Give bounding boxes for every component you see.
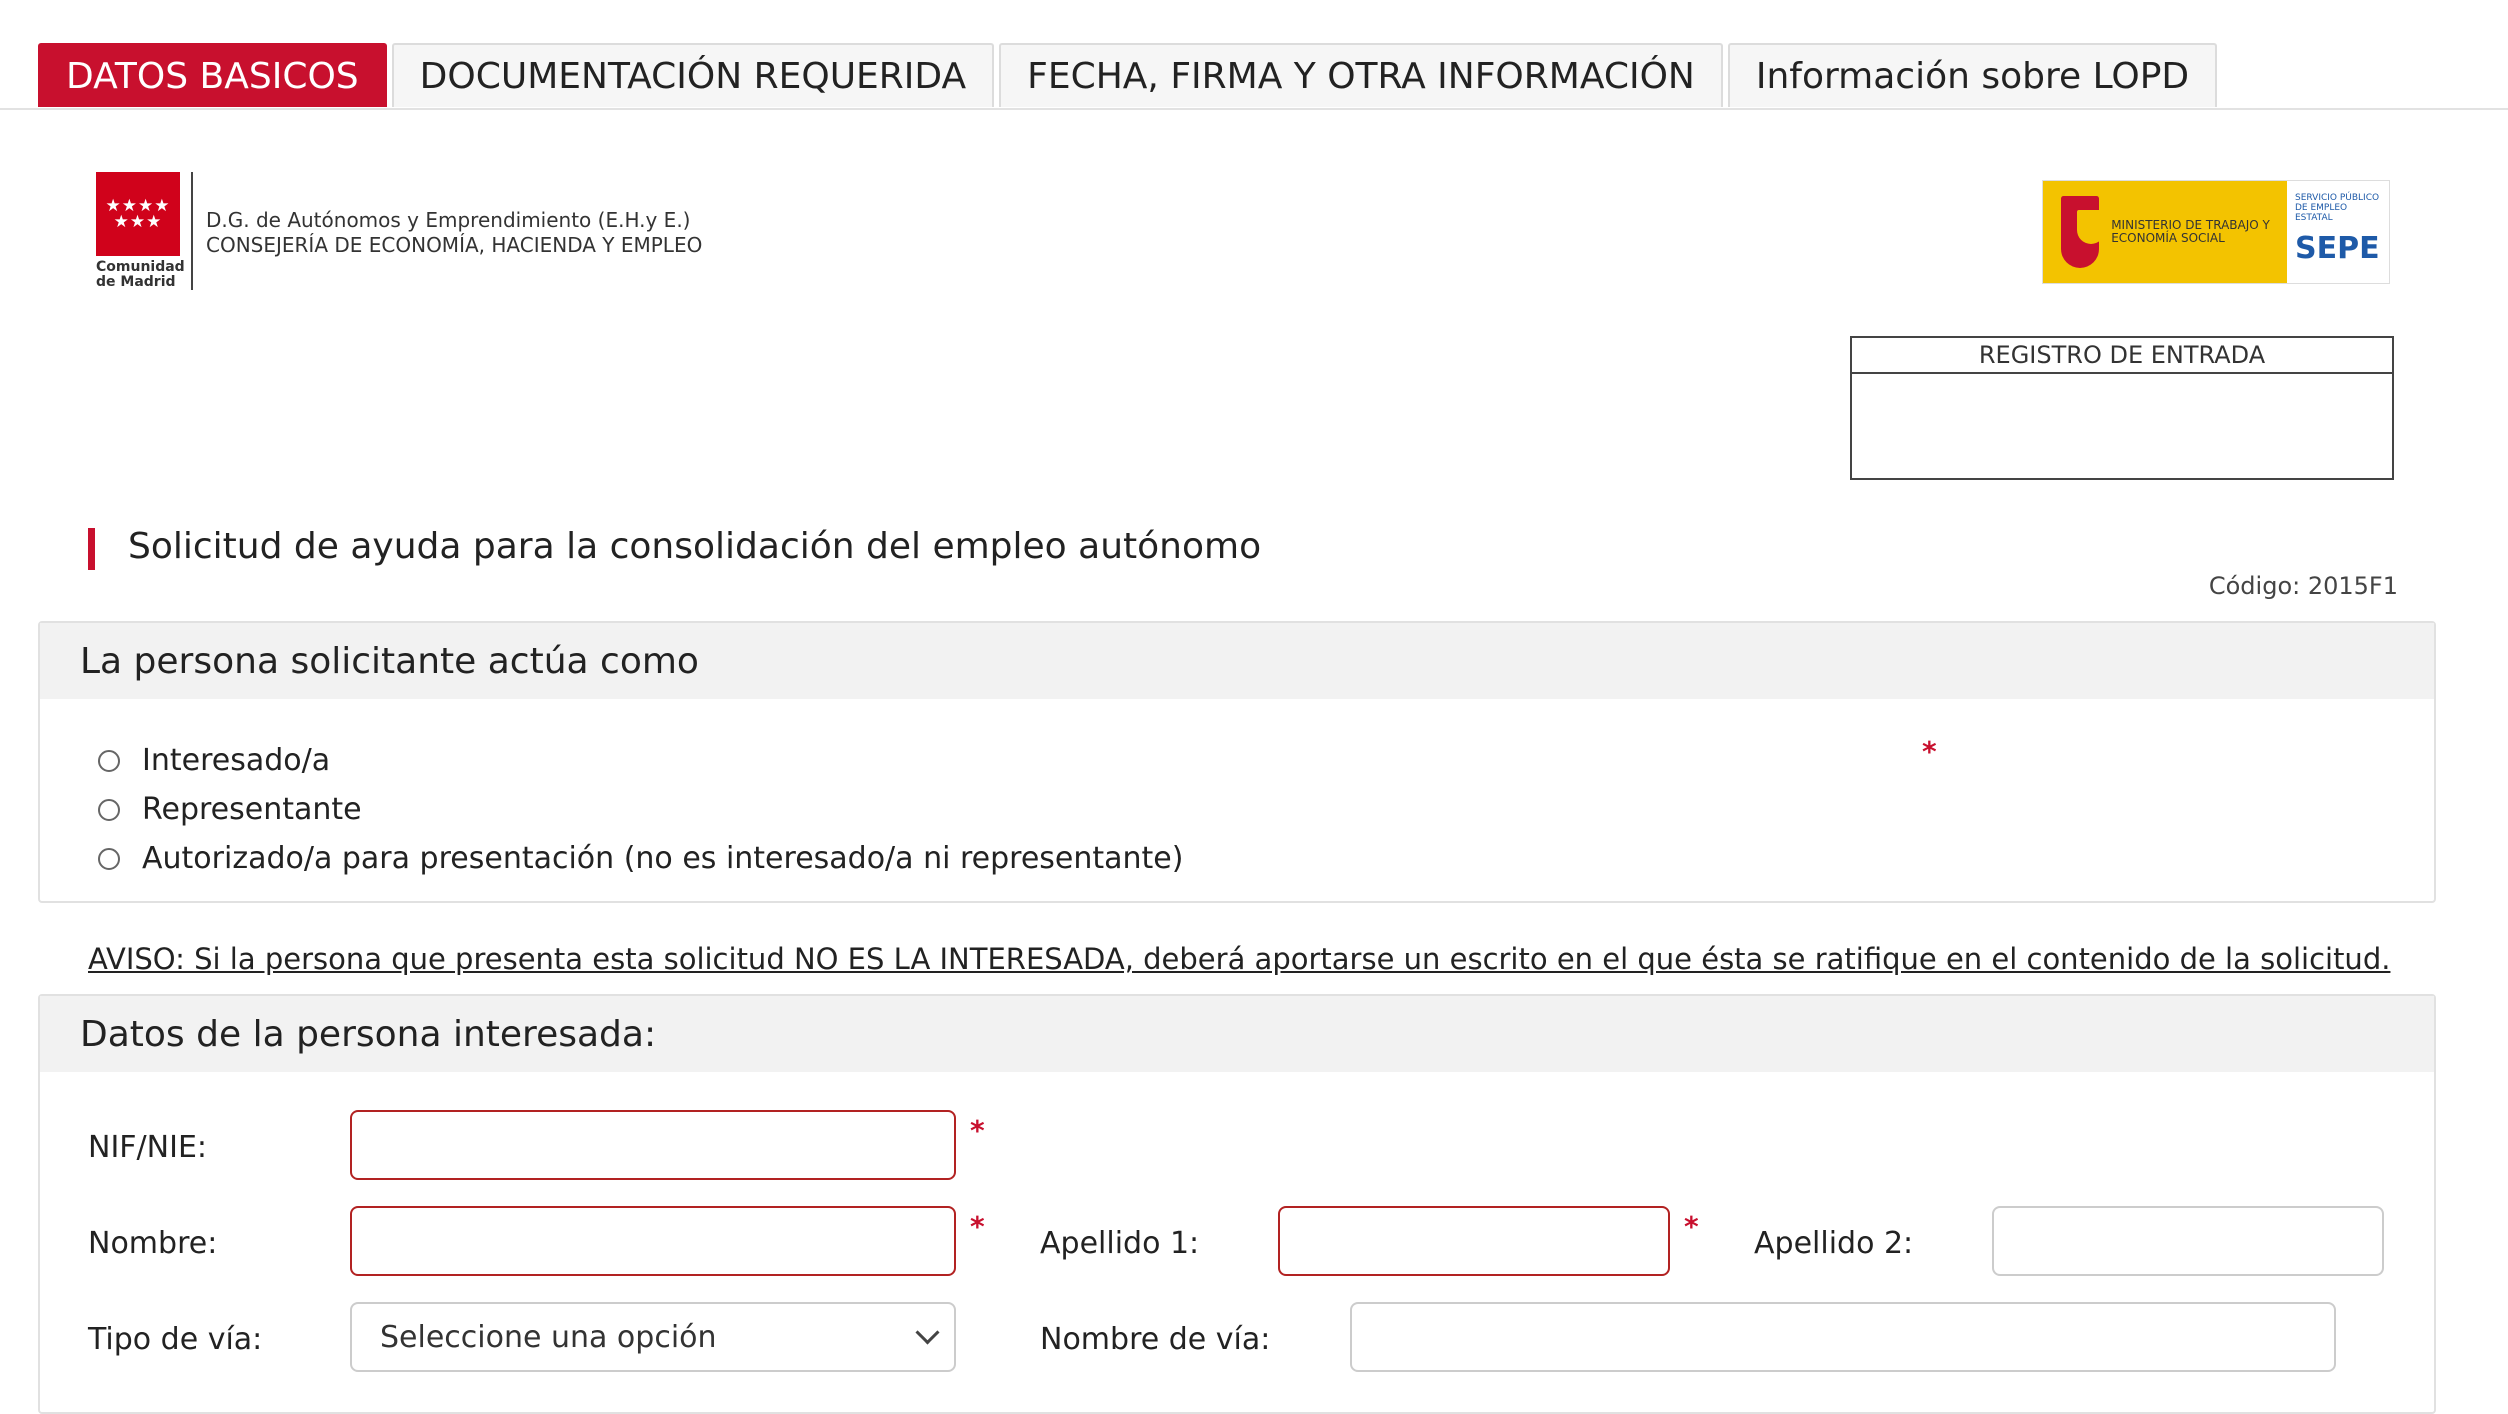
chevron-down-icon <box>915 1320 940 1345</box>
required-marker: * <box>1684 1210 1699 1243</box>
ministry-text: MINISTERIO DE TRABAJO Y ECONOMÍA SOCIAL <box>2111 218 2270 245</box>
radio-button[interactable] <box>98 798 120 821</box>
applicant-role-panel: La persona solicitante actúa como Intere… <box>38 621 2436 903</box>
nombre-via-label: Nombre de vía: <box>1040 1322 1271 1357</box>
interested-person-heading: Datos de la persona interesada: <box>40 996 2434 1072</box>
sepe-logo: MINISTERIO DE TRABAJO Y ECONOMÍA SOCIAL … <box>2042 180 2390 284</box>
apellido1-input[interactable] <box>1278 1206 1670 1276</box>
organization-line-2: CONSEJERÍA DE ECONOMÍA, HACIENDA Y EMPLE… <box>206 233 703 257</box>
nombre-label: Nombre: <box>88 1226 218 1261</box>
nombre-via-input[interactable] <box>1350 1302 2336 1372</box>
form-code: Código: 2015F1 <box>2208 572 2398 600</box>
title-accent-bar <box>88 528 95 570</box>
tipo-via-selected: Seleccione una opción <box>380 1319 717 1355</box>
nombre-input[interactable] <box>350 1206 956 1276</box>
form-title: Solicitud de ayuda para la consolidación… <box>128 526 1262 567</box>
registro-entrada-label: REGISTRO DE ENTRADA <box>1852 338 2392 374</box>
aviso-notice: AVISO: Si la persona que presenta esta s… <box>88 942 2391 976</box>
radio-option-representante[interactable]: Representante <box>98 792 362 827</box>
interested-person-panel: Datos de la persona interesada: NIF/NIE:… <box>38 994 2436 1414</box>
radio-button[interactable] <box>98 749 120 772</box>
radio-button[interactable] <box>98 847 120 870</box>
tab-bar: DATOS BASICOS DOCUMENTACIÓN REQUERIDA FE… <box>38 43 2218 109</box>
nif-label: NIF/NIE: <box>88 1130 208 1165</box>
organization-line-1: D.G. de Autónomos y Emprendimiento (E.H.… <box>206 208 691 232</box>
required-marker: * <box>970 1114 985 1147</box>
required-marker: * <box>1922 735 1937 768</box>
tab-underline <box>0 108 2508 110</box>
stars-icon: ★★★★ ★★★ <box>105 196 171 232</box>
tab-datos-basicos[interactable]: DATOS BASICOS <box>38 43 387 107</box>
apellido1-label: Apellido 1: <box>1040 1226 1200 1261</box>
registro-entrada-box: REGISTRO DE ENTRADA <box>1850 336 2394 480</box>
required-marker: * <box>970 1210 985 1243</box>
radio-option-autorizado[interactable]: Autorizado/a para presentación (no es in… <box>98 841 1183 876</box>
logo-text: Comunidad de Madrid <box>96 259 185 290</box>
radio-label: Autorizado/a para presentación (no es in… <box>142 841 1184 876</box>
tipo-via-select[interactable]: Seleccione una opción <box>350 1302 956 1372</box>
ministry-logo: MINISTERIO DE TRABAJO Y ECONOMÍA SOCIAL <box>2043 181 2287 283</box>
applicant-role-heading: La persona solicitante actúa como <box>40 623 2434 699</box>
madrid-flag-icon: ★★★★ ★★★ <box>96 172 180 256</box>
sepe-brand: SERVICIO PÚBLICO DE EMPLEO ESTATAL SEPE <box>2287 181 2389 283</box>
tab-documentacion-requerida[interactable]: DOCUMENTACIÓN REQUERIDA <box>391 43 995 107</box>
radio-label: Interesado/a <box>142 743 331 778</box>
apellido2-input[interactable] <box>1992 1206 2384 1276</box>
sepe-subtitle: SERVICIO PÚBLICO DE EMPLEO ESTATAL <box>2295 193 2380 223</box>
nif-input[interactable] <box>350 1110 956 1180</box>
tab-fecha-firma[interactable]: FECHA, FIRMA Y OTRA INFORMACIÓN <box>999 43 1723 107</box>
tab-informacion-lopd[interactable]: Información sobre LOPD <box>1727 43 2218 107</box>
apellido2-label: Apellido 2: <box>1754 1226 1914 1261</box>
sepe-title: SEPE <box>2295 231 2380 266</box>
tipo-via-label: Tipo de vía: <box>88 1322 263 1357</box>
logo-separator <box>191 172 193 290</box>
radio-label: Representante <box>142 792 362 827</box>
comunidad-madrid-logo: ★★★★ ★★★ Comunidad de Madrid <box>96 172 185 292</box>
coat-of-arms-icon <box>2061 196 2106 268</box>
radio-option-interesado[interactable]: Interesado/a <box>98 743 330 778</box>
